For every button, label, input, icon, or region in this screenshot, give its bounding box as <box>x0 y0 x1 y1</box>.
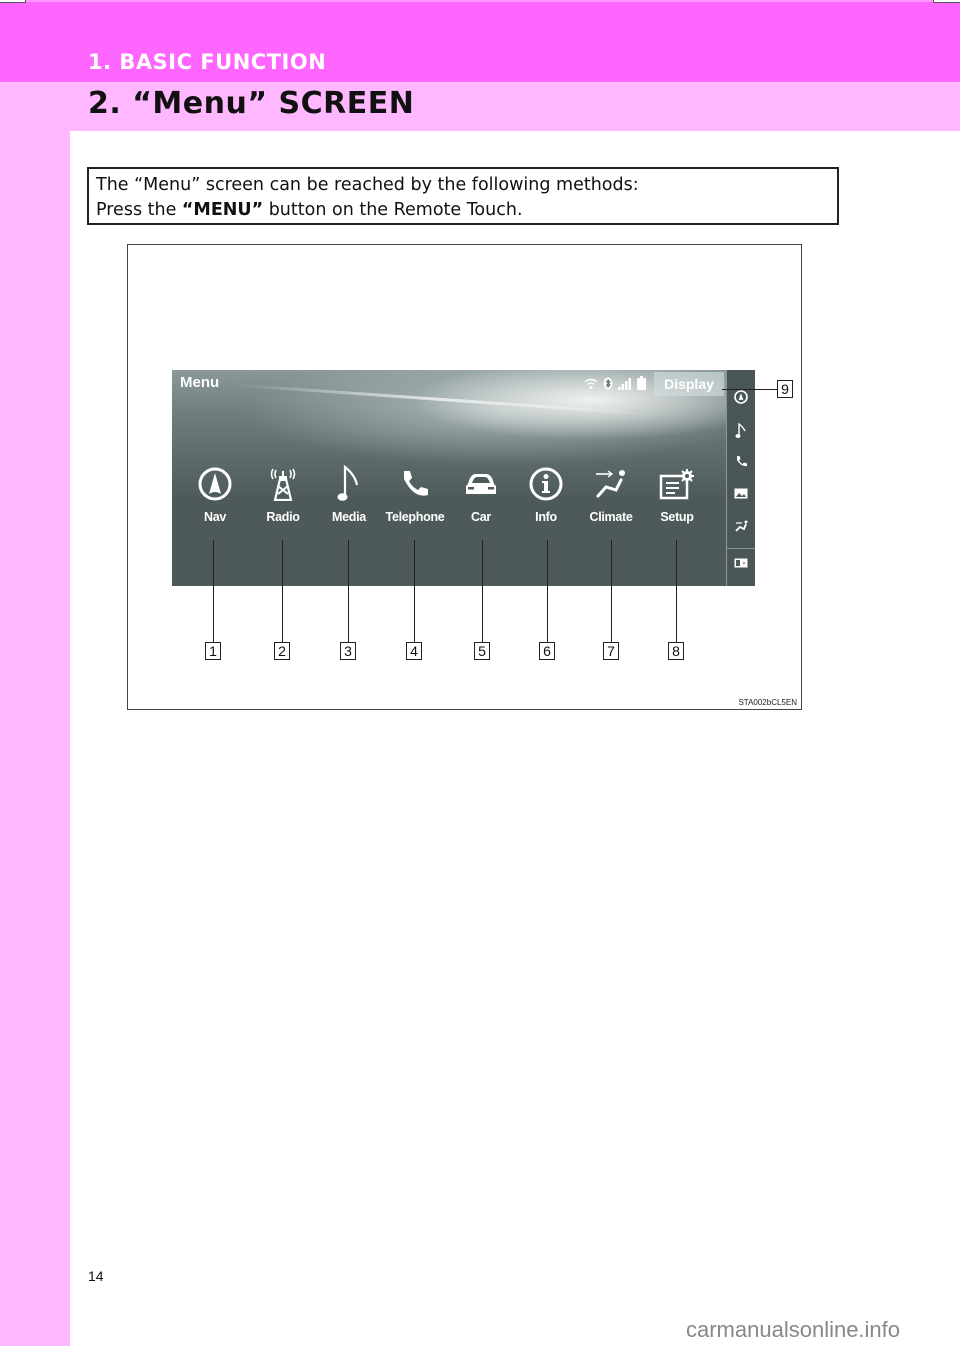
side-shortcut-bar <box>726 370 755 586</box>
callout-line <box>213 540 214 642</box>
car-icon <box>466 474 496 494</box>
app-info[interactable]: Info <box>513 465 579 524</box>
callout-2: 2 <box>274 642 290 660</box>
menu-button-name: “MENU” <box>181 200 264 220</box>
side-nav-shortcut[interactable] <box>733 390 749 406</box>
side-climate-shortcut[interactable] <box>733 519 749 535</box>
app-climate[interactable]: Climate <box>578 465 644 524</box>
screen-title: Menu <box>180 374 220 391</box>
intro-text: Press the <box>96 200 182 220</box>
side-media-shortcut[interactable] <box>733 422 749 439</box>
page-title: 2. “Menu” SCREEN <box>88 86 415 121</box>
figure-code: STA002bCL5EN <box>738 698 797 707</box>
bluetooth-icon <box>603 377 613 390</box>
callout-line-9 <box>722 389 778 390</box>
app-label: Car <box>471 510 491 524</box>
phone-icon <box>736 456 747 467</box>
callout-7: 7 <box>603 642 619 660</box>
menu-screen: Menu Display Nav Radio Media Telephone C… <box>172 370 755 586</box>
watermark[interactable]: carmanualsonline.info <box>686 1317 900 1343</box>
climate-seat-icon <box>735 520 748 532</box>
app-label: Nav <box>203 510 227 524</box>
display-button[interactable]: Display <box>654 372 724 396</box>
crop-mark-left <box>0 0 26 3</box>
app-telephone[interactable]: Telephone <box>382 465 448 524</box>
image-icon <box>734 488 748 499</box>
app-nav[interactable]: Nav <box>182 465 248 524</box>
climate-seat-icon <box>596 470 625 498</box>
intro-line-1: The “Menu” screen can be reached by the … <box>96 175 639 195</box>
radio-tower-icon <box>270 468 296 501</box>
callout-6: 6 <box>539 642 555 660</box>
app-label: Info <box>535 510 557 524</box>
callout-9: 9 <box>777 380 793 398</box>
app-label: Telephone <box>385 510 445 524</box>
callout-line <box>676 540 677 642</box>
nav-icon <box>734 390 748 404</box>
intro-line-2: Press the “MENU” button on the Remote To… <box>96 198 830 223</box>
side-separator <box>727 548 755 549</box>
callout-8: 8 <box>668 642 684 660</box>
split-screen-icon <box>734 558 748 568</box>
left-margin-band <box>0 82 70 1346</box>
nav-icon <box>198 467 232 501</box>
setup-gear-icon <box>659 469 694 500</box>
callout-line <box>348 540 349 642</box>
app-label: Radio <box>266 510 300 524</box>
wifi-icon <box>584 378 598 389</box>
callout-line <box>414 540 415 642</box>
status-icons <box>584 376 646 390</box>
callout-3: 3 <box>340 642 356 660</box>
app-label: Climate <box>589 510 633 524</box>
battery-icon <box>637 376 646 390</box>
music-note-icon <box>337 465 359 501</box>
crop-mark-right <box>933 0 960 3</box>
side-phone-shortcut[interactable] <box>733 455 749 471</box>
signal-icon <box>618 378 631 390</box>
callout-line <box>547 540 548 642</box>
music-note-icon <box>735 422 746 438</box>
phone-icon <box>404 471 428 496</box>
callout-1: 1 <box>205 642 221 660</box>
section-title: 1. BASIC FUNCTION <box>88 50 327 74</box>
callout-line <box>282 540 283 642</box>
app-label: Media <box>332 510 366 524</box>
callout-4: 4 <box>406 642 422 660</box>
app-label: Setup <box>660 510 694 524</box>
side-split-shortcut[interactable] <box>733 556 749 572</box>
side-image-shortcut[interactable] <box>733 487 749 503</box>
app-radio[interactable]: Radio <box>250 465 316 524</box>
intro-box: The “Menu” screen can be reached by the … <box>87 167 839 225</box>
callout-5: 5 <box>474 642 490 660</box>
callout-line <box>611 540 612 642</box>
app-setup[interactable]: Setup <box>644 465 710 524</box>
intro-text: button on the Remote Touch. <box>263 200 523 220</box>
app-media[interactable]: Media <box>316 465 382 524</box>
callout-line <box>482 540 483 642</box>
app-car[interactable]: Car <box>448 465 514 524</box>
info-icon <box>529 467 563 501</box>
page-number: 14 <box>88 1268 104 1284</box>
